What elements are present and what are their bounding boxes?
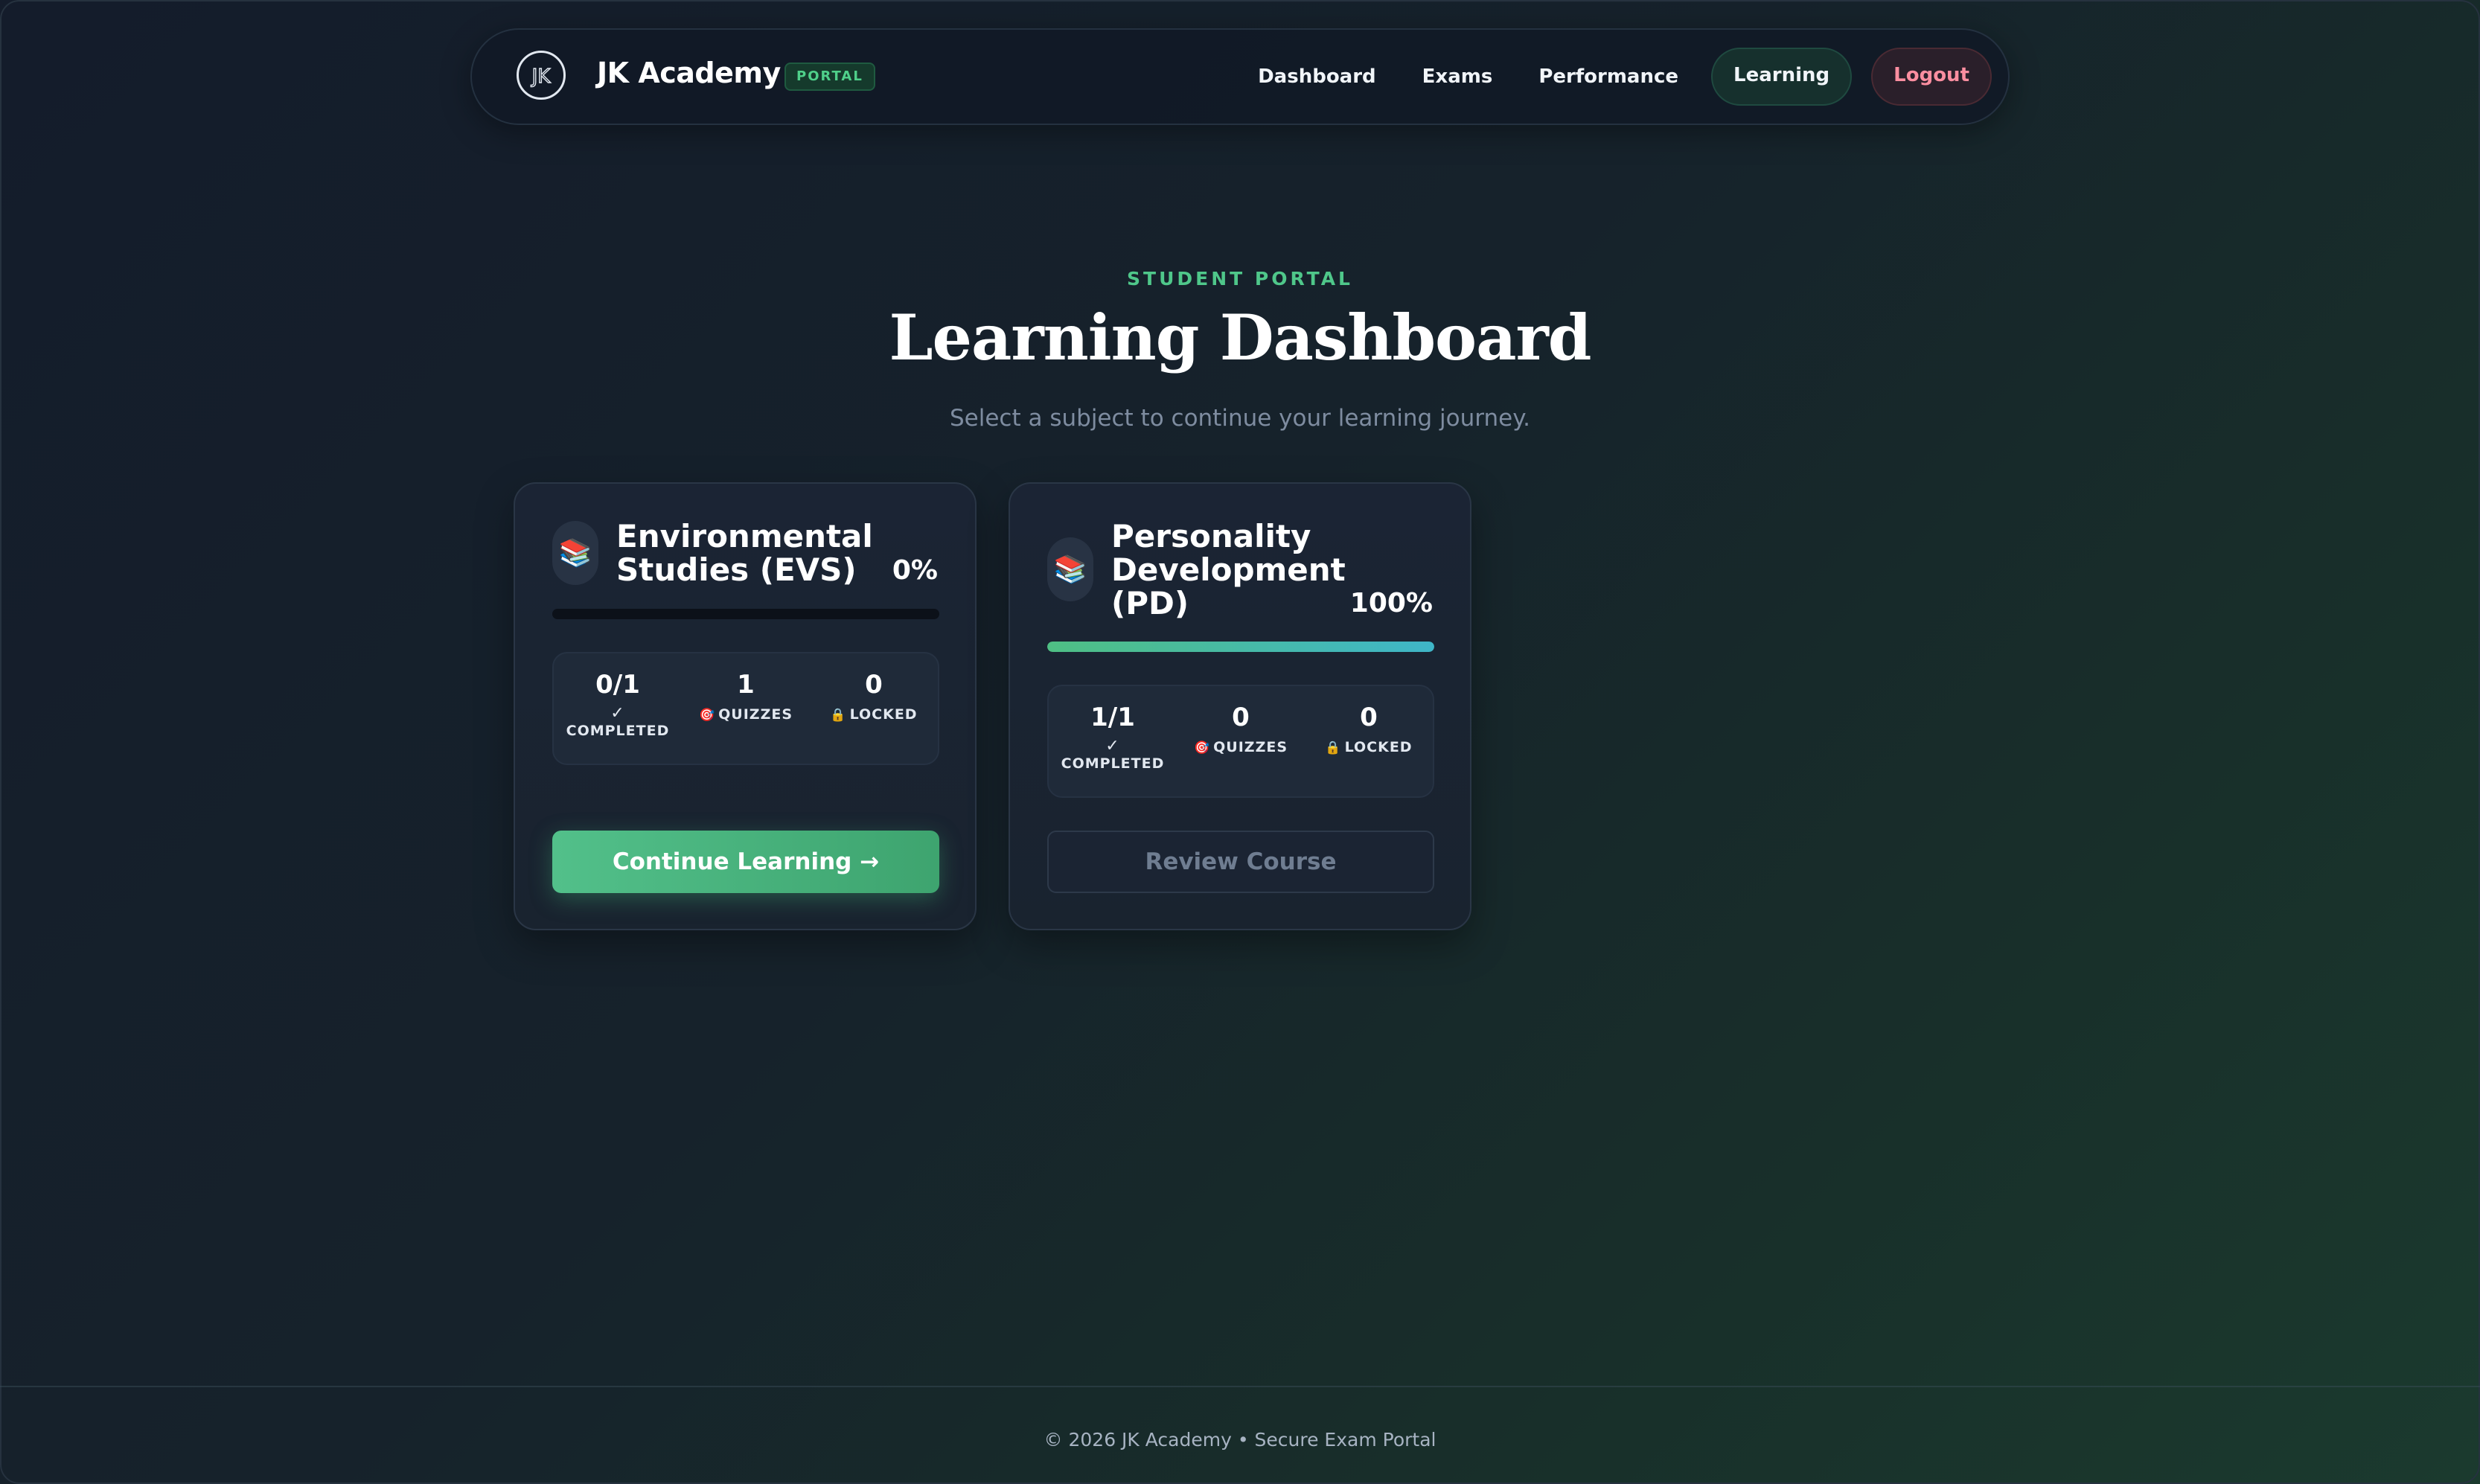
quizzes-label-text: QUIZZES [1213, 739, 1288, 755]
target-icon: 🎯 [698, 708, 716, 723]
completed-value: 0/1 [595, 670, 640, 700]
books-icon: 📚 [552, 521, 598, 585]
nav-links: Dashboard Exams Performance Learning Log… [1244, 48, 1992, 106]
stats-panel: 0/1 ✓ COMPLETED 1 🎯 QUIZZES 0 🔒 LOCKED [552, 652, 939, 765]
completed-label: ✓ COMPLETED [566, 706, 670, 741]
target-icon: 🎯 [1193, 741, 1211, 755]
quizzes-label: 🎯 QUIZZES [699, 706, 793, 725]
subject-title: Environmental Studies (EVS) [616, 518, 873, 588]
completed-label: ✓ COMPLETED [1061, 738, 1165, 773]
top-navbar: JK JK Academy PORTAL Dashboard Exams Per… [470, 28, 2010, 125]
jk-monogram-icon: JK [530, 65, 552, 88]
progress-fill [1047, 642, 1434, 652]
completed-value: 1/1 [1090, 703, 1135, 732]
books-icon: 📚 [1047, 537, 1093, 601]
completed-label-text: COMPLETED [1061, 755, 1165, 772]
progress-percent: 0% [892, 555, 938, 586]
continue-learning-button[interactable]: Continue Learning → [552, 831, 939, 893]
lock-icon: 🔒 [1325, 741, 1342, 755]
quizzes-label: 🎯 QUIZZES [1194, 738, 1288, 758]
stats-panel: 1/1 ✓ COMPLETED 0 🎯 QUIZZES 0 🔒 LOCKED [1047, 685, 1434, 798]
check-icon: ✓ [1105, 737, 1120, 755]
locked-value: 0 [865, 670, 883, 700]
stat-completed: 1/1 ✓ COMPLETED [1049, 686, 1177, 796]
quizzes-value: 1 [737, 670, 755, 700]
stat-completed: 0/1 ✓ COMPLETED [554, 653, 682, 764]
stat-quizzes: 1 🎯 QUIZZES [682, 653, 810, 764]
footer-divider [0, 1386, 2480, 1387]
stat-quizzes: 0 🎯 QUIZZES [1177, 686, 1305, 796]
page-subtitle: Select a subject to continue your learni… [950, 405, 1530, 432]
locked-label: 🔒 LOCKED [1325, 738, 1412, 758]
svg-text:JK: JK [531, 65, 552, 88]
locked-label: 🔒 LOCKED [830, 706, 917, 725]
stat-locked: 0 🔒 LOCKED [810, 653, 938, 764]
locked-label-text: LOCKED [1344, 739, 1413, 755]
completed-label-text: COMPLETED [566, 723, 670, 739]
review-course-button[interactable]: Review Course [1047, 831, 1434, 893]
stat-locked: 0 🔒 LOCKED [1305, 686, 1433, 796]
section-eyebrow: STUDENT PORTAL [1127, 268, 1353, 290]
check-icon: ✓ [610, 704, 625, 723]
locked-value: 0 [1360, 703, 1378, 732]
lock-icon: 🔒 [830, 708, 847, 723]
nav-link-exams[interactable]: Exams [1409, 49, 1506, 104]
portal-badge: PORTAL [784, 63, 875, 91]
progress-bar [1047, 642, 1434, 652]
page-title: Learning Dashboard [889, 301, 1591, 374]
subject-card-evs: 📚 Environmental Studies (EVS) 0% 0/1 ✓ C… [514, 482, 977, 930]
quizzes-label-text: QUIZZES [718, 706, 793, 723]
logo-icon[interactable]: JK [517, 51, 566, 100]
progress-bar [552, 609, 939, 619]
logout-button[interactable]: Logout [1871, 48, 1992, 106]
footer-copyright: © 2026 JK Academy • Secure Exam Portal [1044, 1429, 1436, 1451]
subject-card-pd: 📚 Personality Development (PD) 100% 1/1 … [1009, 482, 1471, 930]
subject-title: Personality Development (PD) [1111, 518, 1346, 621]
locked-label-text: LOCKED [849, 706, 918, 723]
progress-percent: 100% [1349, 588, 1433, 618]
quizzes-value: 0 [1232, 703, 1250, 732]
nav-link-performance[interactable]: Performance [1525, 49, 1692, 104]
nav-link-dashboard[interactable]: Dashboard [1244, 49, 1390, 104]
brand-name[interactable]: JK Academy [597, 57, 781, 89]
nav-link-learning[interactable]: Learning [1711, 48, 1853, 106]
